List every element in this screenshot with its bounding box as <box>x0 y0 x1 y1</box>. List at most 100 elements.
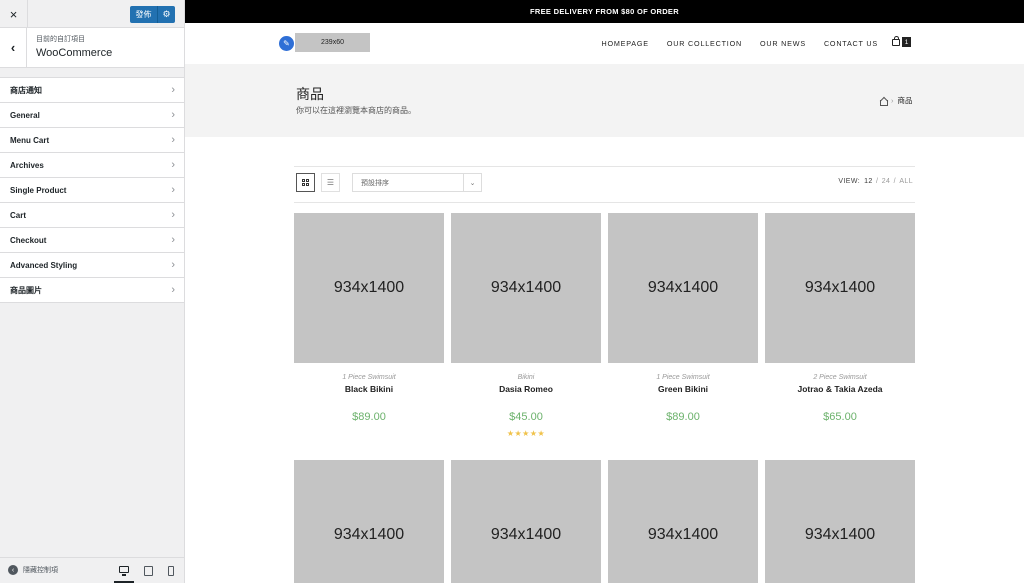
product-image[interactable]: 934x1400 <box>451 460 601 583</box>
back-chevron-icon[interactable]: ‹ <box>0 28 27 67</box>
sidebar-section-label: General <box>10 110 40 120</box>
sort-select[interactable]: 預設排序 ⌄ <box>352 173 482 192</box>
header-cart[interactable]: 1 <box>892 35 911 47</box>
tablet-preview-button[interactable] <box>138 558 158 583</box>
sidebar-section-item[interactable]: 商品圖片 › <box>0 278 184 303</box>
product-price: $65.00 <box>823 411 857 423</box>
product-name[interactable]: Jotrao & Takia Azeda <box>765 384 915 394</box>
view-separator: / <box>891 178 899 185</box>
collapse-controls-button[interactable]: ‹ 隱藏控制項 <box>8 565 58 575</box>
cart-count-badge: 1 <box>902 37 911 47</box>
sidebar-section-label: Menu Cart <box>10 135 50 145</box>
customizing-breadcrumb: 目前的自訂項目 <box>36 36 85 43</box>
chevron-right-icon: › <box>171 84 175 96</box>
page-subtitle: 你可以在這裡瀏覽本商店的商品。 <box>296 106 416 115</box>
product-price: $45.00 <box>509 411 543 423</box>
product-category[interactable]: 1 Piece Swimsuit <box>294 374 444 381</box>
list-view-button[interactable]: ☰ <box>321 173 340 192</box>
nav-link[interactable]: CONTACT US <box>824 39 878 48</box>
chevron-right-icon: › <box>171 234 175 246</box>
product-card: 934x1400 <box>608 460 758 583</box>
grid-icon <box>301 178 310 187</box>
product-image[interactable]: 934x1400 <box>451 213 601 363</box>
sidebar-section-item[interactable]: General › <box>0 103 184 128</box>
sort-value: 預設排序 <box>361 179 389 187</box>
page-header: 商品 你可以在這裡瀏覽本商店的商品。 › 商品 <box>185 64 1024 137</box>
product-name[interactable]: Green Bikini <box>608 384 758 394</box>
chevron-right-icon: › <box>171 109 175 121</box>
sidebar-section-item[interactable]: Menu Cart › <box>0 128 184 153</box>
desktop-icon <box>119 566 129 576</box>
product-category[interactable]: 2 Piece Swimsuit <box>765 374 915 381</box>
mobile-icon <box>168 566 174 576</box>
chevron-right-icon: › <box>171 134 175 146</box>
product-card: 934x1400 <box>294 460 444 583</box>
customizer-footer: ‹ 隱藏控制項 <box>0 557 184 583</box>
chevron-right-icon: › <box>171 284 175 296</box>
sidebar-section-label: Archives <box>10 160 44 170</box>
view-separator: / <box>873 178 881 185</box>
product-card: 934x1400 <box>765 460 915 583</box>
product-image[interactable]: 934x1400 <box>765 460 915 583</box>
products-per-page: VIEW: 12 / 24 / ALL <box>838 178 913 185</box>
product-image[interactable]: 934x1400 <box>608 213 758 363</box>
product-price: $89.00 <box>666 411 700 423</box>
product-card: 934x1400 1 Piece Swimsuit Green Bikini $89.… <box>608 213 758 423</box>
nav-link[interactable]: OUR COLLECTION <box>667 39 742 48</box>
section-title: WooCommerce <box>36 47 113 59</box>
view-option[interactable]: ALL <box>899 178 913 185</box>
product-name[interactable]: Black Bikini <box>294 384 444 394</box>
view-option[interactable]: 24 <box>882 178 891 185</box>
nav-link[interactable]: OUR NEWS <box>760 39 806 48</box>
collapse-icon: ‹ <box>8 565 18 575</box>
list-icon: ☰ <box>326 177 335 187</box>
sidebar-section-item[interactable]: Cart › <box>0 203 184 228</box>
close-icon[interactable]: × <box>0 0 28 28</box>
sidebar-section-item[interactable]: Single Product › <box>0 178 184 203</box>
tablet-icon <box>143 566 153 576</box>
product-card: 934x1400 Bikini Dasia Romeo $45.00 ★★★★★ <box>451 213 601 438</box>
product-category[interactable]: 1 Piece Swimsuit <box>608 374 758 381</box>
sidebar-section-item[interactable]: Advanced Styling › <box>0 253 184 278</box>
desktop-preview-button[interactable] <box>114 558 134 583</box>
product-image[interactable]: 934x1400 <box>608 460 758 583</box>
collapse-label: 隱藏控制項 <box>23 567 58 574</box>
main-navigation: HOMEPAGE OUR COLLECTION OUR NEWS CONTACT US <box>583 23 878 64</box>
customizer-sidebar: × 發佈 ⚙ ‹ 目前的自訂項目 WooCommerce 商店通知 › Genera… <box>0 0 185 583</box>
announcement-text: FREE DELIVERY FROM $80 OF ORDER <box>530 7 679 16</box>
sidebar-section-item[interactable]: 商店通知 › <box>0 78 184 103</box>
site-logo[interactable]: 239x60 <box>295 33 370 52</box>
sidebar-section-item[interactable]: Archives › <box>0 153 184 178</box>
product-image[interactable]: 934x1400 <box>294 460 444 583</box>
product-category[interactable]: Bikini <box>451 374 601 381</box>
breadcrumb: › 商品 <box>879 95 913 106</box>
publish-button[interactable]: 發佈 ⚙ <box>130 6 175 23</box>
sidebar-section-label: Cart <box>10 210 27 220</box>
rating-stars: ★★★★★ <box>506 429 546 438</box>
product-name[interactable]: Dasia Romeo <box>451 384 601 394</box>
publish-label[interactable]: 發佈 <box>130 6 158 23</box>
product-card: 934x1400 2 Piece Swimsuit Jotrao & Takia A… <box>765 213 915 423</box>
view-label: VIEW: <box>838 178 861 185</box>
page-title: 商品 <box>296 86 324 102</box>
sidebar-section-label: Single Product <box>10 185 67 195</box>
shop-toolbar: ☰ 預設排序 ⌄ VIEW: 12 / 24 / ALL <box>294 166 915 203</box>
view-option[interactable]: 12 <box>864 178 873 185</box>
grid-view-button[interactable] <box>296 173 315 192</box>
product-image[interactable]: 934x1400 <box>765 213 915 363</box>
mobile-preview-button[interactable] <box>161 558 181 583</box>
home-icon[interactable] <box>879 97 888 106</box>
gear-icon[interactable]: ⚙ <box>158 6 175 23</box>
breadcrumb-separator: › <box>891 96 894 105</box>
product-card: 934x1400 1 Piece Swimsuit Black Bikini $89.… <box>294 213 444 423</box>
chevron-right-icon: › <box>171 159 175 171</box>
shopping-bag-icon <box>892 35 900 46</box>
nav-link[interactable]: HOMEPAGE <box>601 39 648 48</box>
edit-shortcut-icon[interactable]: ✎ <box>279 36 294 51</box>
customizer-header: × 發佈 ⚙ <box>0 0 184 28</box>
breadcrumb-current: 商品 <box>897 96 913 105</box>
sidebar-section-label: 商品圖片 <box>10 285 42 295</box>
product-image[interactable]: 934x1400 <box>294 213 444 363</box>
sidebar-section-label: 商店通知 <box>10 85 42 95</box>
sidebar-section-item[interactable]: Checkout › <box>0 228 184 253</box>
